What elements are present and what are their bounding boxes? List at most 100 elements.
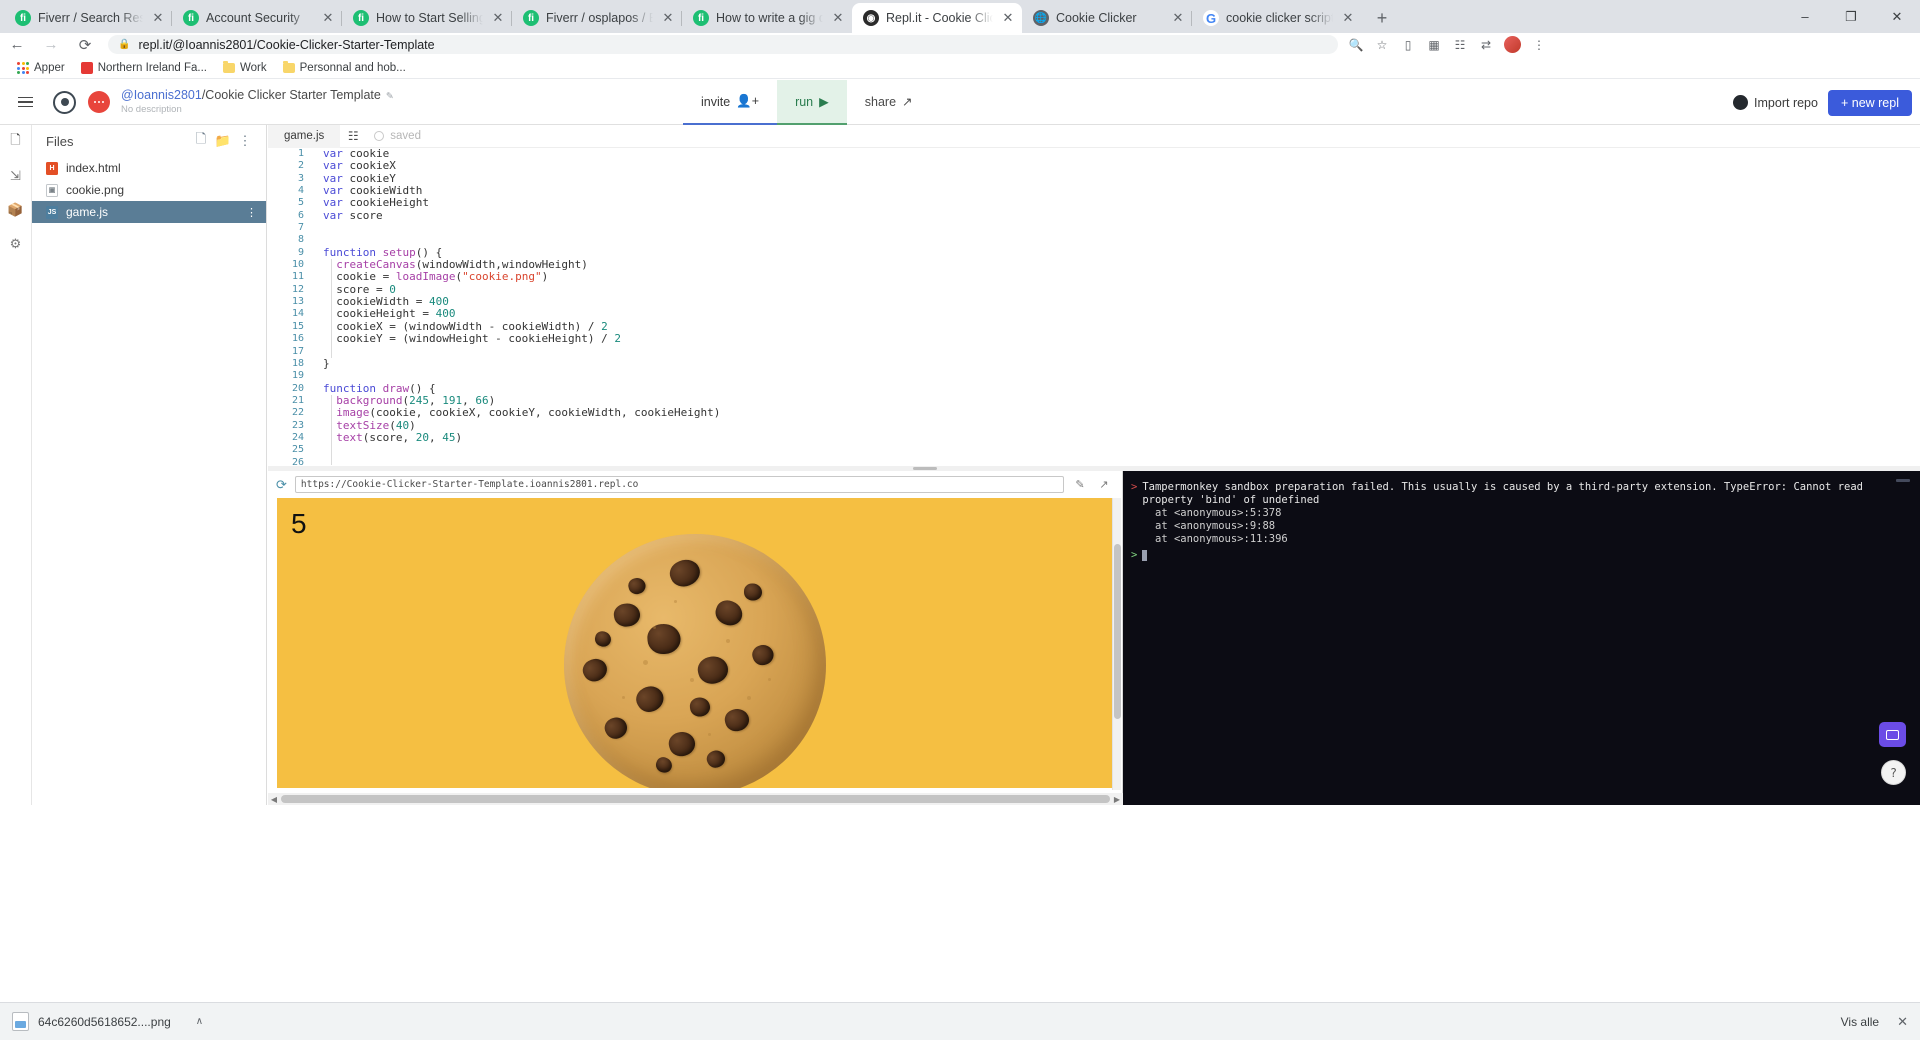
code-lines-container[interactable]: 1 var cookie 2 var cookieX 3 var cookieY 4 var … bbox=[268, 148, 1920, 465]
bookmark-work[interactable]: Work bbox=[215, 58, 275, 78]
bookmark-apper[interactable]: Apper bbox=[9, 58, 73, 78]
line-number: 17 bbox=[291, 345, 304, 357]
editor-vertical-scrollbar[interactable] bbox=[1912, 148, 1920, 465]
refresh-icon[interactable]: ⟳ bbox=[276, 477, 287, 493]
show-all-downloads-button[interactable]: Vis alle bbox=[1841, 1015, 1879, 1029]
preview-horizontal-scrollbar[interactable]: ◀ ▶ bbox=[268, 793, 1123, 805]
run-button[interactable]: run ▶ bbox=[777, 80, 847, 125]
scroll-right-icon[interactable]: ▶ bbox=[1111, 795, 1123, 804]
invite-button[interactable]: invite 👤+ bbox=[683, 80, 778, 125]
share-label: share bbox=[864, 94, 897, 109]
browser-tab-0[interactable]: fi Fiverr / Search Results for 'k ✕ bbox=[4, 3, 172, 33]
code-line: 7 bbox=[268, 222, 1920, 234]
browser-tab-4[interactable]: fi How to write a gig descripti ✕ bbox=[682, 3, 852, 33]
file-item-game-js[interactable]: JS game.js ⋮ bbox=[32, 201, 266, 223]
close-icon[interactable]: ✕ bbox=[1340, 10, 1356, 26]
preview-pane: ⟳ https://Cookie-Clicker-Starter-Templat… bbox=[268, 471, 1123, 805]
cookie-image[interactable] bbox=[564, 534, 826, 788]
bookmarks-bar: Apper Northern Ireland Fa... Work Person… bbox=[0, 58, 1920, 79]
forward-button[interactable]: → bbox=[34, 33, 68, 56]
grid-icon[interactable]: ☷ bbox=[1448, 33, 1472, 56]
reload-button[interactable]: ⟳ bbox=[68, 33, 102, 56]
code-text: var score bbox=[323, 208, 383, 222]
files-icon[interactable]: 🗋 bbox=[7, 132, 25, 151]
code-line: 2 var cookieX bbox=[268, 160, 1920, 172]
share-icon[interactable]: ⇲ bbox=[7, 167, 25, 185]
game-canvas[interactable]: 5 bbox=[277, 498, 1113, 788]
chevron-up-icon[interactable]: ∧ bbox=[196, 1016, 203, 1027]
code-line: 5 var cookieHeight bbox=[268, 197, 1920, 209]
repl-owner-link[interactable]: @Ioannis2801 bbox=[121, 88, 202, 102]
file-item-cookie-png[interactable]: ▣ cookie.png bbox=[32, 179, 266, 201]
open-external-icon[interactable]: ↗ bbox=[1096, 478, 1112, 491]
new-repl-button[interactable]: + new repl bbox=[1827, 89, 1912, 116]
user-avatar[interactable] bbox=[88, 91, 110, 113]
close-icon[interactable]: ✕ bbox=[1000, 10, 1016, 26]
preview-url-field[interactable]: https://Cookie-Clicker-Starter-Template.… bbox=[294, 476, 1064, 493]
browser-tab-7[interactable]: G cookie clicker script - Goog ✕ bbox=[1192, 3, 1362, 33]
line-number: 6 bbox=[297, 209, 304, 221]
file-kebab-icon[interactable]: ⋮ bbox=[246, 206, 257, 219]
format-icon[interactable]: ☷ bbox=[340, 125, 366, 148]
close-window-button[interactable]: ✕ bbox=[1874, 0, 1920, 33]
bookmark-northern-ireland[interactable]: Northern Ireland Fa... bbox=[73, 58, 215, 78]
share-button[interactable]: share ↗ bbox=[847, 80, 931, 125]
address-bar[interactable]: 🔒 repl.it/@Ioannis2801/Cookie-Clicker-St… bbox=[108, 35, 1338, 54]
menu-icon[interactable] bbox=[8, 96, 42, 108]
close-icon[interactable]: ✕ bbox=[150, 10, 166, 26]
file-item-index-html[interactable]: H index.html bbox=[32, 157, 266, 179]
cast-icon[interactable]: ▯ bbox=[1396, 33, 1420, 56]
settings-icon[interactable]: ⚙ bbox=[7, 235, 25, 253]
search-icon[interactable]: 🔍 bbox=[1344, 33, 1368, 56]
bookmark-personnal[interactable]: Personnal and hob... bbox=[275, 58, 414, 78]
add-file-icon[interactable]: 🗋 bbox=[190, 130, 212, 152]
console-pane[interactable]: > Tampermonkey sandbox preparation faile… bbox=[1123, 471, 1920, 805]
preview-horizontal-thumb[interactable] bbox=[281, 795, 1110, 803]
preview-vertical-thumb[interactable] bbox=[1114, 544, 1121, 719]
chat-icon[interactable] bbox=[1879, 722, 1906, 747]
back-button[interactable]: ← bbox=[0, 33, 34, 56]
replit-logo-icon[interactable] bbox=[53, 90, 76, 114]
line-number: 13 bbox=[291, 296, 304, 308]
close-icon[interactable]: ✕ bbox=[490, 10, 506, 26]
browser-tab-5-active[interactable]: ◉ Repl.it - Cookie Clicker Start ✕ bbox=[852, 3, 1022, 33]
star-icon[interactable]: ☆ bbox=[1370, 33, 1394, 56]
repl-title-block: @Ioannis2801/Cookie Clicker Starter Temp… bbox=[121, 88, 394, 116]
help-icon[interactable]: ? bbox=[1881, 760, 1906, 785]
add-folder-icon[interactable]: 📁 bbox=[212, 130, 234, 152]
packages-icon[interactable]: 📦 bbox=[7, 201, 25, 219]
maximize-button[interactable]: ❐ bbox=[1828, 0, 1874, 33]
chocolate-chip bbox=[665, 555, 704, 592]
close-icon[interactable]: ✕ bbox=[320, 10, 336, 26]
scroll-left-icon[interactable]: ◀ bbox=[268, 795, 280, 804]
browser-tab-1[interactable]: fi Account Security ✕ bbox=[172, 3, 342, 33]
import-repo-button[interactable]: Import repo bbox=[1733, 95, 1818, 110]
splitter-grip[interactable] bbox=[913, 467, 937, 470]
preview-vertical-scrollbar[interactable] bbox=[1112, 498, 1121, 790]
pencil-icon[interactable]: ✎ bbox=[1072, 478, 1088, 491]
kebab-menu-icon[interactable]: ⋮ bbox=[234, 130, 256, 152]
close-icon[interactable]: ✕ bbox=[1170, 10, 1186, 26]
chocolate-chip bbox=[743, 583, 762, 601]
browser-tab-3[interactable]: fi Fiverr / osplapos / Edit Gig ✕ bbox=[512, 3, 682, 33]
translate-icon[interactable]: ⇄ bbox=[1474, 33, 1498, 56]
console-input-prompt[interactable]: > bbox=[1131, 546, 1910, 561]
editor-tab-game-js[interactable]: game.js bbox=[268, 124, 341, 148]
close-icon[interactable]: ✕ bbox=[830, 10, 846, 26]
extension-icon[interactable]: ▦ bbox=[1422, 33, 1446, 56]
avatar[interactable] bbox=[1504, 36, 1521, 53]
download-item[interactable]: 64c6260d5618652....png ∧ bbox=[12, 1012, 203, 1031]
line-number: 14 bbox=[291, 308, 304, 320]
browser-tab-6[interactable]: 🌐 Cookie Clicker ✕ bbox=[1022, 3, 1192, 33]
line-number: 23 bbox=[291, 419, 304, 431]
minimize-button[interactable]: – bbox=[1782, 0, 1828, 33]
browser-tab-2[interactable]: fi How to Start Selling on Five ✕ bbox=[342, 3, 512, 33]
pencil-icon[interactable]: ✎ bbox=[386, 91, 394, 102]
console-collapse-icon[interactable] bbox=[1896, 479, 1910, 482]
chrome-menu-icon[interactable]: ⋮ bbox=[1527, 33, 1551, 56]
close-download-bar-icon[interactable]: ✕ bbox=[1897, 1014, 1908, 1030]
close-icon[interactable]: ✕ bbox=[660, 10, 676, 26]
download-thumbnail bbox=[12, 1012, 29, 1031]
new-tab-button[interactable]: + bbox=[1368, 4, 1396, 32]
invite-label: invite bbox=[701, 94, 731, 109]
